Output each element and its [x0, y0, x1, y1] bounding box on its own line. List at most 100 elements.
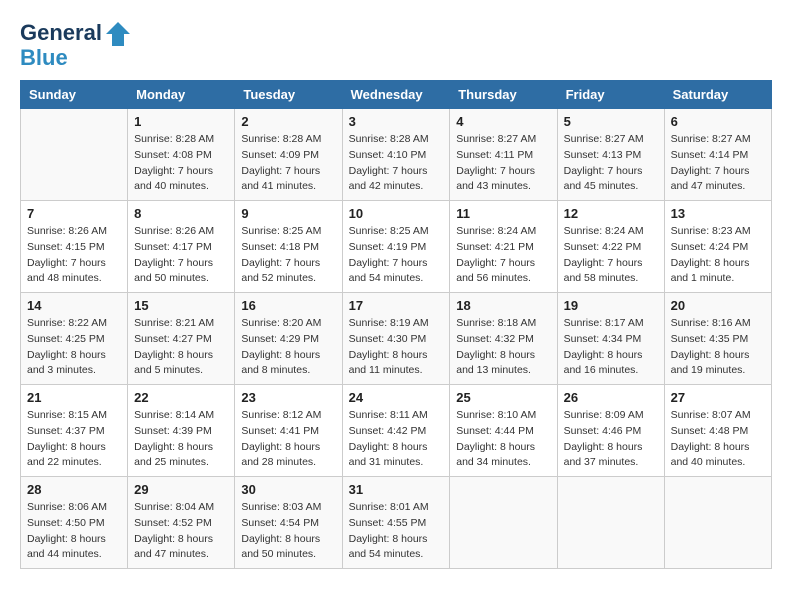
day-number: 26: [564, 390, 658, 405]
day-info: Sunrise: 8:27 AMSunset: 4:13 PMDaylight:…: [564, 132, 658, 195]
calendar-cell: 8 Sunrise: 8:26 AMSunset: 4:17 PMDaylight…: [128, 201, 235, 293]
day-number: 4: [456, 114, 550, 129]
day-info: Sunrise: 8:25 AMSunset: 4:18 PMDaylight:…: [241, 224, 335, 287]
day-info: Sunrise: 8:06 AMSunset: 4:50 PMDaylight:…: [27, 500, 121, 563]
page-header: General Blue: [20, 20, 772, 70]
calendar-header-row: SundayMondayTuesdayWednesdayThursdayFrid…: [21, 81, 772, 109]
day-info: Sunrise: 8:15 AMSunset: 4:37 PMDaylight:…: [27, 408, 121, 471]
calendar-day-header: Saturday: [664, 81, 771, 109]
day-info: Sunrise: 8:27 AMSunset: 4:14 PMDaylight:…: [671, 132, 765, 195]
day-info: Sunrise: 8:07 AMSunset: 4:48 PMDaylight:…: [671, 408, 765, 471]
day-info: Sunrise: 8:14 AMSunset: 4:39 PMDaylight:…: [134, 408, 228, 471]
calendar-cell: [664, 477, 771, 569]
day-number: 11: [456, 206, 550, 221]
day-number: 22: [134, 390, 228, 405]
calendar-cell: 23 Sunrise: 8:12 AMSunset: 4:41 PMDayligh…: [235, 385, 342, 477]
calendar-cell: 9 Sunrise: 8:25 AMSunset: 4:18 PMDaylight…: [235, 201, 342, 293]
calendar-cell: [21, 109, 128, 201]
calendar-cell: 17 Sunrise: 8:19 AMSunset: 4:30 PMDayligh…: [342, 293, 450, 385]
day-number: 16: [241, 298, 335, 313]
calendar-cell: 18 Sunrise: 8:18 AMSunset: 4:32 PMDayligh…: [450, 293, 557, 385]
calendar-cell: 4 Sunrise: 8:27 AMSunset: 4:11 PMDaylight…: [450, 109, 557, 201]
calendar-week-row: 7Sunrise: 8:26 AMSunset: 4:15 PMDaylight…: [21, 201, 772, 293]
day-number: 23: [241, 390, 335, 405]
day-number: 18: [456, 298, 550, 313]
calendar-cell: 10 Sunrise: 8:25 AMSunset: 4:19 PMDayligh…: [342, 201, 450, 293]
calendar-cell: 30 Sunrise: 8:03 AMSunset: 4:54 PMDayligh…: [235, 477, 342, 569]
calendar-cell: 31 Sunrise: 8:01 AMSunset: 4:55 PMDayligh…: [342, 477, 450, 569]
calendar-day-header: Wednesday: [342, 81, 450, 109]
logo: General Blue: [20, 20, 134, 70]
day-info: Sunrise: 8:01 AMSunset: 4:55 PMDaylight:…: [349, 500, 444, 563]
calendar-day-header: Sunday: [21, 81, 128, 109]
calendar-cell: 24 Sunrise: 8:11 AMSunset: 4:42 PMDayligh…: [342, 385, 450, 477]
day-info: Sunrise: 8:12 AMSunset: 4:41 PMDaylight:…: [241, 408, 335, 471]
day-info: Sunrise: 8:19 AMSunset: 4:30 PMDaylight:…: [349, 316, 444, 379]
calendar-cell: 1Sunrise: 8:28 AMSunset: 4:08 PMDaylight…: [128, 109, 235, 201]
day-number: 2: [241, 114, 335, 129]
calendar-cell: 27 Sunrise: 8:07 AMSunset: 4:48 PMDayligh…: [664, 385, 771, 477]
day-number: 9: [241, 206, 335, 221]
calendar-cell: 15 Sunrise: 8:21 AMSunset: 4:27 PMDayligh…: [128, 293, 235, 385]
day-number: 19: [564, 298, 658, 313]
day-number: 31: [349, 482, 444, 497]
day-info: Sunrise: 8:27 AMSunset: 4:11 PMDaylight:…: [456, 132, 550, 195]
calendar-cell: 13Sunrise: 8:23 AMSunset: 4:24 PMDayligh…: [664, 201, 771, 293]
calendar-cell: 14 Sunrise: 8:22 AMSunset: 4:25 PMDayligh…: [21, 293, 128, 385]
day-info: Sunrise: 8:17 AMSunset: 4:34 PMDaylight:…: [564, 316, 658, 379]
day-info: Sunrise: 8:18 AMSunset: 4:32 PMDaylight:…: [456, 316, 550, 379]
day-info: Sunrise: 8:22 AMSunset: 4:25 PMDaylight:…: [27, 316, 121, 379]
day-info: Sunrise: 8:25 AMSunset: 4:19 PMDaylight:…: [349, 224, 444, 287]
logo-blue: Blue: [20, 46, 134, 70]
calendar-week-row: 28 Sunrise: 8:06 AMSunset: 4:50 PMDayligh…: [21, 477, 772, 569]
day-number: 14: [27, 298, 121, 313]
day-info: Sunrise: 8:21 AMSunset: 4:27 PMDaylight:…: [134, 316, 228, 379]
day-number: 13: [671, 206, 765, 221]
calendar-cell: 16 Sunrise: 8:20 AMSunset: 4:29 PMDayligh…: [235, 293, 342, 385]
calendar-cell: 5 Sunrise: 8:27 AMSunset: 4:13 PMDaylight…: [557, 109, 664, 201]
day-number: 10: [349, 206, 444, 221]
day-number: 28: [27, 482, 121, 497]
day-info: Sunrise: 8:03 AMSunset: 4:54 PMDaylight:…: [241, 500, 335, 563]
day-number: 21: [27, 390, 121, 405]
day-info: Sunrise: 8:28 AMSunset: 4:10 PMDaylight:…: [349, 132, 444, 195]
day-info: Sunrise: 8:24 AMSunset: 4:22 PMDaylight:…: [564, 224, 658, 287]
day-info: Sunrise: 8:11 AMSunset: 4:42 PMDaylight:…: [349, 408, 444, 471]
day-number: 20: [671, 298, 765, 313]
calendar-cell: 3Sunrise: 8:28 AMSunset: 4:10 PMDaylight…: [342, 109, 450, 201]
calendar-week-row: 1Sunrise: 8:28 AMSunset: 4:08 PMDaylight…: [21, 109, 772, 201]
day-number: 5: [564, 114, 658, 129]
day-number: 17: [349, 298, 444, 313]
day-number: 8: [134, 206, 228, 221]
day-number: 24: [349, 390, 444, 405]
day-info: Sunrise: 8:09 AMSunset: 4:46 PMDaylight:…: [564, 408, 658, 471]
calendar-cell: 6Sunrise: 8:27 AMSunset: 4:14 PMDaylight…: [664, 109, 771, 201]
day-info: Sunrise: 8:20 AMSunset: 4:29 PMDaylight:…: [241, 316, 335, 379]
day-number: 30: [241, 482, 335, 497]
calendar-cell: 11 Sunrise: 8:24 AMSunset: 4:21 PMDayligh…: [450, 201, 557, 293]
calendar-cell: 21 Sunrise: 8:15 AMSunset: 4:37 PMDayligh…: [21, 385, 128, 477]
day-number: 27: [671, 390, 765, 405]
calendar-cell: 19 Sunrise: 8:17 AMSunset: 4:34 PMDayligh…: [557, 293, 664, 385]
calendar-cell: 25Sunrise: 8:10 AMSunset: 4:44 PMDayligh…: [450, 385, 557, 477]
day-number: 1: [134, 114, 228, 129]
calendar-day-header: Thursday: [450, 81, 557, 109]
day-number: 15: [134, 298, 228, 313]
logo-text: General: [20, 20, 134, 48]
day-info: Sunrise: 8:24 AMSunset: 4:21 PMDaylight:…: [456, 224, 550, 287]
day-number: 12: [564, 206, 658, 221]
day-info: Sunrise: 8:26 AMSunset: 4:17 PMDaylight:…: [134, 224, 228, 287]
calendar-week-row: 21 Sunrise: 8:15 AMSunset: 4:37 PMDayligh…: [21, 385, 772, 477]
calendar-cell: [450, 477, 557, 569]
calendar-cell: 29Sunrise: 8:04 AMSunset: 4:52 PMDayligh…: [128, 477, 235, 569]
calendar-day-header: Tuesday: [235, 81, 342, 109]
calendar-cell: 28 Sunrise: 8:06 AMSunset: 4:50 PMDayligh…: [21, 477, 128, 569]
calendar-cell: 22 Sunrise: 8:14 AMSunset: 4:39 PMDayligh…: [128, 385, 235, 477]
calendar-week-row: 14 Sunrise: 8:22 AMSunset: 4:25 PMDayligh…: [21, 293, 772, 385]
logo-icon: [104, 20, 132, 48]
day-number: 29: [134, 482, 228, 497]
calendar-cell: [557, 477, 664, 569]
day-info: Sunrise: 8:10 AMSunset: 4:44 PMDaylight:…: [456, 408, 550, 471]
calendar-day-header: Monday: [128, 81, 235, 109]
calendar-cell: 7Sunrise: 8:26 AMSunset: 4:15 PMDaylight…: [21, 201, 128, 293]
